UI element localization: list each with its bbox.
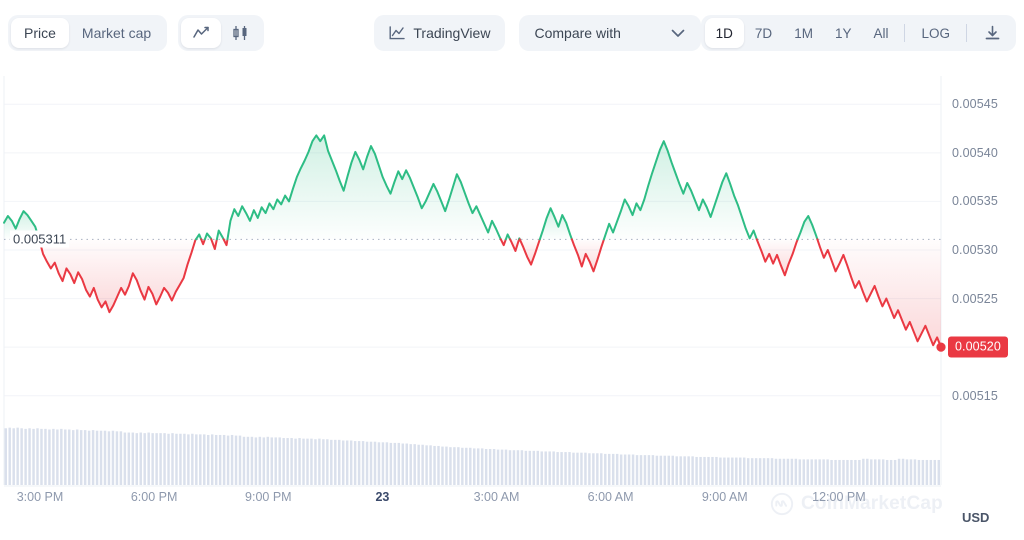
y-axis-tick: 0.00530 <box>952 243 998 257</box>
range-7d[interactable]: 7D <box>744 18 783 48</box>
current-price-badge: 0.00520 <box>948 336 1008 358</box>
range-all[interactable]: All <box>862 18 899 48</box>
download-icon <box>985 25 999 39</box>
y-axis-tick: 0.00545 <box>952 97 998 112</box>
range-1y[interactable]: 1Y <box>824 18 863 48</box>
log-scale-toggle[interactable]: LOG <box>910 18 961 48</box>
tab-market-cap[interactable]: Market cap <box>69 18 164 48</box>
range-1d[interactable]: 1D <box>704 18 744 48</box>
compare-with-label: Compare with <box>534 25 621 41</box>
price-chart-svg <box>3 76 946 487</box>
currency-label: USD <box>962 510 990 525</box>
x-axis-tick: 3:00 PM <box>16 490 64 504</box>
line-chart-icon <box>193 26 209 38</box>
x-axis-tick: 9:00 PM <box>245 490 292 504</box>
chart-area[interactable]: CoinMarketCap 0.00545 0.00540 0.00535 0.005… <box>0 72 1024 540</box>
range-1m[interactable]: 1M <box>783 18 824 48</box>
line-chart-icon <box>389 26 406 40</box>
x-axis-tick: 6:00 PM <box>130 490 178 504</box>
divider <box>904 24 906 42</box>
open-price-label: 0.005311 <box>10 230 70 248</box>
time-range-group: 1D 7D 1M 1Y All LOG <box>700 15 1016 51</box>
chart-toolbar: Price Market cap TradingView Compare wit… <box>0 0 1024 66</box>
price-chart-page: Price Market cap TradingView Compare wit… <box>0 0 1024 540</box>
line-chart-icon-button[interactable] <box>181 18 222 48</box>
tab-price[interactable]: Price <box>11 18 69 48</box>
divider <box>966 24 967 42</box>
y-axis-tick: 0.00535 <box>952 194 998 209</box>
y-axis-tick: 0.00540 <box>952 145 998 160</box>
x-axis-tick: 9:00 AM <box>701 490 748 504</box>
tradingview-button[interactable]: TradingView <box>374 15 506 51</box>
y-axis-tick: 0.00515 <box>952 388 998 403</box>
y-axis-tick: 0.00525 <box>952 291 998 306</box>
x-axis-tick: 6:00 AM <box>587 490 634 504</box>
chevron-down-icon <box>671 29 685 37</box>
x-axis-tick: 3:00 AM <box>473 490 520 504</box>
candlestick-chart-icon-button[interactable] <box>221 18 261 48</box>
tradingview-label: TradingView <box>413 25 491 41</box>
chart-type-group <box>178 15 265 51</box>
compare-with-dropdown[interactable]: Compare with <box>518 15 701 51</box>
x-axis-tick: 23 <box>375 490 390 504</box>
metric-toggle-group: Price Market cap <box>8 15 168 51</box>
candlestick-chart-icon <box>233 26 247 40</box>
x-axis-tick: 12:00 PM <box>812 490 866 504</box>
download-button[interactable] <box>972 18 1012 48</box>
